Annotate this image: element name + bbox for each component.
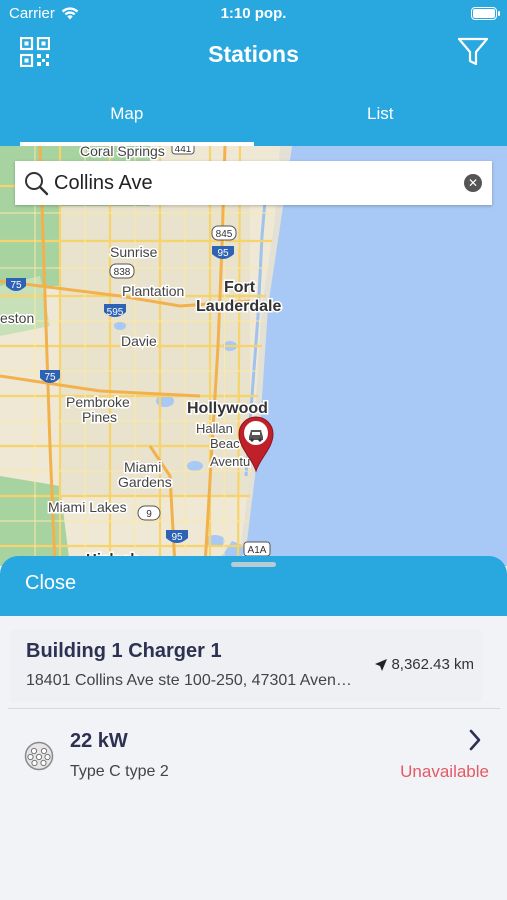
tab-list[interactable]: List: [254, 82, 507, 146]
map-view[interactable]: 441 845 95 838 75 595 75 9 95 A1A Coral …: [0, 146, 507, 566]
svg-text:Pines: Pines: [82, 409, 117, 425]
svg-text:Plantation: Plantation: [122, 283, 184, 299]
svg-text:Miami: Miami: [124, 459, 161, 475]
filter-icon[interactable]: [457, 37, 489, 67]
svg-text:Sunrise: Sunrise: [110, 244, 158, 260]
svg-text:838: 838: [114, 267, 131, 278]
station-address: 18401 Collins Ave ste 100-250, 47301 Ave…: [26, 672, 356, 689]
svg-text:Coral Springs: Coral Springs: [80, 146, 165, 159]
battery-icon: [471, 7, 500, 20]
svg-text:95: 95: [171, 532, 183, 543]
search-icon: [25, 172, 49, 196]
bottom-sheet-header: Close: [0, 556, 507, 616]
station-name: Building 1 Charger 1: [26, 640, 222, 662]
page-title: Stations: [208, 41, 299, 67]
svg-text:595: 595: [107, 307, 124, 318]
svg-text:Beac: Beac: [210, 436, 240, 451]
car-icon: [249, 430, 263, 442]
svg-text:95: 95: [217, 248, 229, 259]
svg-text:Hallan: Hallan: [196, 421, 233, 436]
nav-bar: Stations: [0, 28, 507, 82]
search-bar: ✕: [15, 161, 492, 205]
svg-text:75: 75: [44, 372, 56, 383]
svg-text:75: 75: [10, 280, 22, 291]
sheet-grabber[interactable]: [231, 562, 276, 567]
svg-text:Hollywood: Hollywood: [187, 400, 268, 417]
bottom-sheet: Building 1 Charger 1 18401 Collins Ave s…: [0, 616, 507, 900]
svg-text:eston: eston: [0, 310, 34, 326]
svg-text:Gardens: Gardens: [118, 474, 172, 490]
type2-plug-icon: [24, 741, 54, 771]
station-distance: 8,362.43 km: [374, 656, 474, 673]
svg-text:A1A: A1A: [248, 545, 267, 556]
location-arrow-icon: [375, 658, 388, 671]
close-button[interactable]: Close: [25, 572, 76, 595]
search-input[interactable]: [54, 171, 464, 195]
connector-status: Unavailable: [400, 762, 489, 781]
svg-text:Davie: Davie: [121, 333, 157, 349]
chevron-right-icon[interactable]: [467, 728, 483, 752]
status-bar: Carrier 1:10 pop.: [0, 0, 507, 28]
svg-text:Miami Lakes: Miami Lakes: [48, 499, 127, 515]
divider: [8, 708, 500, 709]
clock: 1:10 pop.: [220, 5, 287, 22]
svg-text:441: 441: [175, 146, 192, 155]
svg-text:Pembroke: Pembroke: [66, 394, 130, 410]
connector-power: 22 kW: [70, 730, 128, 752]
svg-text:Fort: Fort: [224, 279, 256, 296]
svg-text:Aventu: Aventu: [210, 454, 250, 469]
clear-search-icon[interactable]: ✕: [464, 174, 482, 192]
segment-tabs: Map List: [0, 82, 507, 146]
station-card[interactable]: Building 1 Charger 1 18401 Collins Ave s…: [10, 630, 482, 702]
connector-row[interactable]: 22 kW Type C type 2 Unavailable: [0, 716, 507, 792]
connector-type: Type C type 2: [70, 763, 169, 780]
map-canvas[interactable]: 441 845 95 838 75 595 75 9 95 A1A Coral …: [0, 146, 507, 566]
distance-value: 8,362.43 km: [391, 656, 474, 673]
svg-text:9: 9: [146, 509, 152, 520]
svg-text:Lauderdale: Lauderdale: [196, 298, 281, 315]
svg-text:845: 845: [216, 229, 233, 240]
tab-map[interactable]: Map: [0, 82, 254, 146]
